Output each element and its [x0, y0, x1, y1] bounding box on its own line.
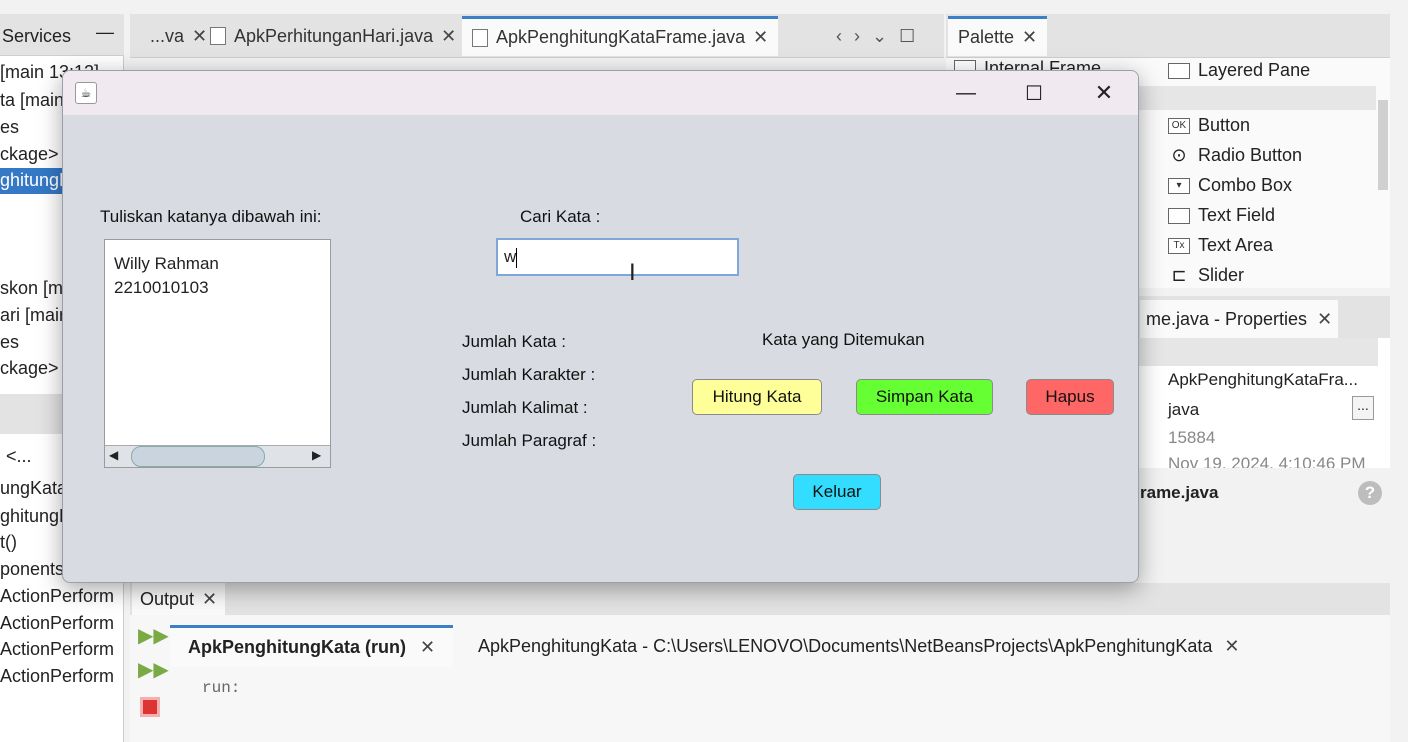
- close-icon[interactable]: ✕: [1022, 27, 1037, 48]
- palette-scrollbar[interactable]: [1378, 100, 1388, 190]
- editor-tab[interactable]: ApkPerhitunganHari.java ✕: [200, 16, 466, 56]
- palette-item-text-field[interactable]: Text Field: [1168, 205, 1275, 226]
- property-edit-button[interactable]: ...: [1352, 396, 1374, 420]
- properties-section: [1138, 338, 1378, 366]
- help-icon[interactable]: ?: [1358, 481, 1382, 505]
- search-label: Cari Kata :: [520, 207, 601, 226]
- layered-pane-icon: [1168, 62, 1190, 79]
- left-line: ActionPerform: [0, 639, 115, 659]
- property-value[interactable]: ApkPenghitungKataFra...: [1168, 370, 1358, 390]
- close-icon[interactable]: ✕: [202, 589, 217, 610]
- left-line: ponents(: [0, 559, 71, 579]
- stop-icon[interactable]: [140, 697, 160, 717]
- output-header: [130, 583, 1390, 615]
- save-words-button[interactable]: Simpan Kata: [856, 379, 993, 415]
- left-line: ckage>: [0, 144, 59, 164]
- text-caret: [516, 247, 518, 268]
- left-line: ActionPerform: [0, 586, 115, 606]
- text-area-icon: Tx: [1168, 237, 1190, 254]
- property-value: Nov 19, 2024, 4:10:46 PM: [1168, 454, 1366, 468]
- property-value[interactable]: java: [1168, 400, 1199, 420]
- exit-button[interactable]: Keluar: [793, 474, 881, 510]
- textarea-line: Willy Rahman: [114, 254, 219, 273]
- window-titlebar[interactable]: ☕ — ☐ ✕: [63, 71, 1138, 115]
- left-line: ungKatal: [0, 478, 72, 498]
- java-app-icon: ☕: [75, 82, 97, 104]
- output-tab[interactable]: Output ✕: [132, 583, 226, 615]
- frame-java-title: rame.java: [1140, 483, 1219, 502]
- left-line: <...: [6, 446, 32, 466]
- left-line: ckage>: [0, 358, 59, 378]
- close-button[interactable]: ✕: [1081, 77, 1127, 109]
- radio-button-icon: ⊙: [1171, 145, 1187, 165]
- run-icon[interactable]: ▶▶: [138, 657, 169, 682]
- close-icon[interactable]: ✕: [1317, 309, 1332, 330]
- search-input[interactable]: w: [496, 238, 739, 276]
- java-file-icon: [210, 27, 226, 45]
- properties-tab[interactable]: me.java - Properties ✕: [1140, 300, 1339, 338]
- delete-button[interactable]: Hapus: [1026, 379, 1114, 415]
- services-panel-header: Services —: [0, 14, 124, 56]
- combo-box-icon: ▾: [1168, 177, 1190, 194]
- text-field-icon: [1168, 207, 1190, 224]
- stat-char-count-label: Jumlah Karakter :: [462, 365, 596, 384]
- scrollbar-thumb[interactable]: [131, 446, 265, 467]
- left-line: ActionPerform: [0, 613, 115, 633]
- found-words-label: Kata yang Ditemukan: [762, 330, 925, 349]
- stat-word-count-label: Jumlah Kata :: [462, 332, 566, 351]
- run-again-icon[interactable]: ▶▶: [138, 623, 169, 648]
- palette-item-text-area[interactable]: Tx Text Area: [1168, 235, 1273, 256]
- minimize-icon[interactable]: —: [96, 22, 114, 43]
- services-tab[interactable]: Services: [2, 26, 71, 47]
- output-subtab[interactable]: ApkPenghitungKata - C:\Users\LENOVO\Docu…: [460, 625, 1257, 667]
- search-input-value: w: [504, 247, 517, 266]
- close-icon[interactable]: ✕: [420, 637, 435, 658]
- left-line: ari [main: [0, 305, 70, 325]
- left-line-selected[interactable]: ghitungK: [0, 168, 64, 194]
- close-icon[interactable]: ✕: [753, 27, 768, 48]
- output-panel: Output ✕ ▶▶ ▶▶ ApkPenghitungKata (run) ✕ A…: [130, 583, 1390, 742]
- minimize-button[interactable]: —: [943, 77, 989, 109]
- properties-body: ApkPenghitungKataFra... java ... 15884 N…: [1138, 338, 1390, 468]
- property-value: 15884: [1168, 428, 1216, 447]
- button-icon: OK: [1168, 117, 1190, 134]
- java-file-icon: [472, 28, 488, 47]
- editor-tab-active[interactable]: ApkPenghitungKataFrame.java ✕: [462, 16, 779, 56]
- textarea-line: 2210010103: [114, 278, 209, 297]
- palette-item-radio-button[interactable]: ⊙ Radio Button: [1168, 145, 1302, 166]
- palette-item-button[interactable]: OK Button: [1168, 115, 1250, 136]
- left-line: es: [0, 332, 20, 352]
- scroll-left-icon[interactable]: ◀: [109, 448, 118, 462]
- horizontal-scrollbar[interactable]: ◀ ▶: [105, 445, 330, 467]
- close-icon[interactable]: ✕: [441, 26, 456, 47]
- tab-nav-icons[interactable]: ‹›⌄☐: [836, 26, 927, 47]
- palette-item-layered-pane[interactable]: Layered Pane: [1168, 60, 1310, 81]
- output-text: run:: [202, 679, 241, 697]
- output-subtab-active[interactable]: ApkPenghitungKata (run) ✕: [170, 625, 454, 667]
- palette-item-combo-box[interactable]: ▾ Combo Box: [1168, 175, 1292, 196]
- left-line: ta [main]: [0, 90, 70, 110]
- app-window: ☕ — ☐ ✕ Tuliskan katanya dibawah ini: Wi…: [62, 70, 1139, 583]
- stat-sentence-count-label: Jumlah Kalimat :: [462, 398, 588, 417]
- left-line: ActionPerform: [0, 666, 115, 686]
- close-icon[interactable]: ✕: [1224, 636, 1239, 657]
- left-line: es: [0, 117, 20, 137]
- palette-tab[interactable]: Palette ✕: [948, 16, 1048, 56]
- ibeam-cursor-icon: I: [629, 259, 636, 286]
- slider-icon: ⊏: [1171, 265, 1187, 285]
- left-line: t(): [0, 532, 17, 552]
- stat-paragraph-count-label: Jumlah Paragraf :: [462, 431, 597, 450]
- word-textarea[interactable]: Willy Rahman 2210010103 ◀ ▶: [104, 239, 331, 468]
- scroll-right-icon[interactable]: ▶: [312, 448, 321, 462]
- prompt-label: Tuliskan katanya dibawah ini:: [100, 207, 322, 226]
- count-words-button[interactable]: Hitung Kata: [692, 379, 822, 415]
- maximize-button[interactable]: ☐: [1011, 77, 1057, 109]
- palette-item-slider[interactable]: ⊏ Slider: [1168, 265, 1244, 286]
